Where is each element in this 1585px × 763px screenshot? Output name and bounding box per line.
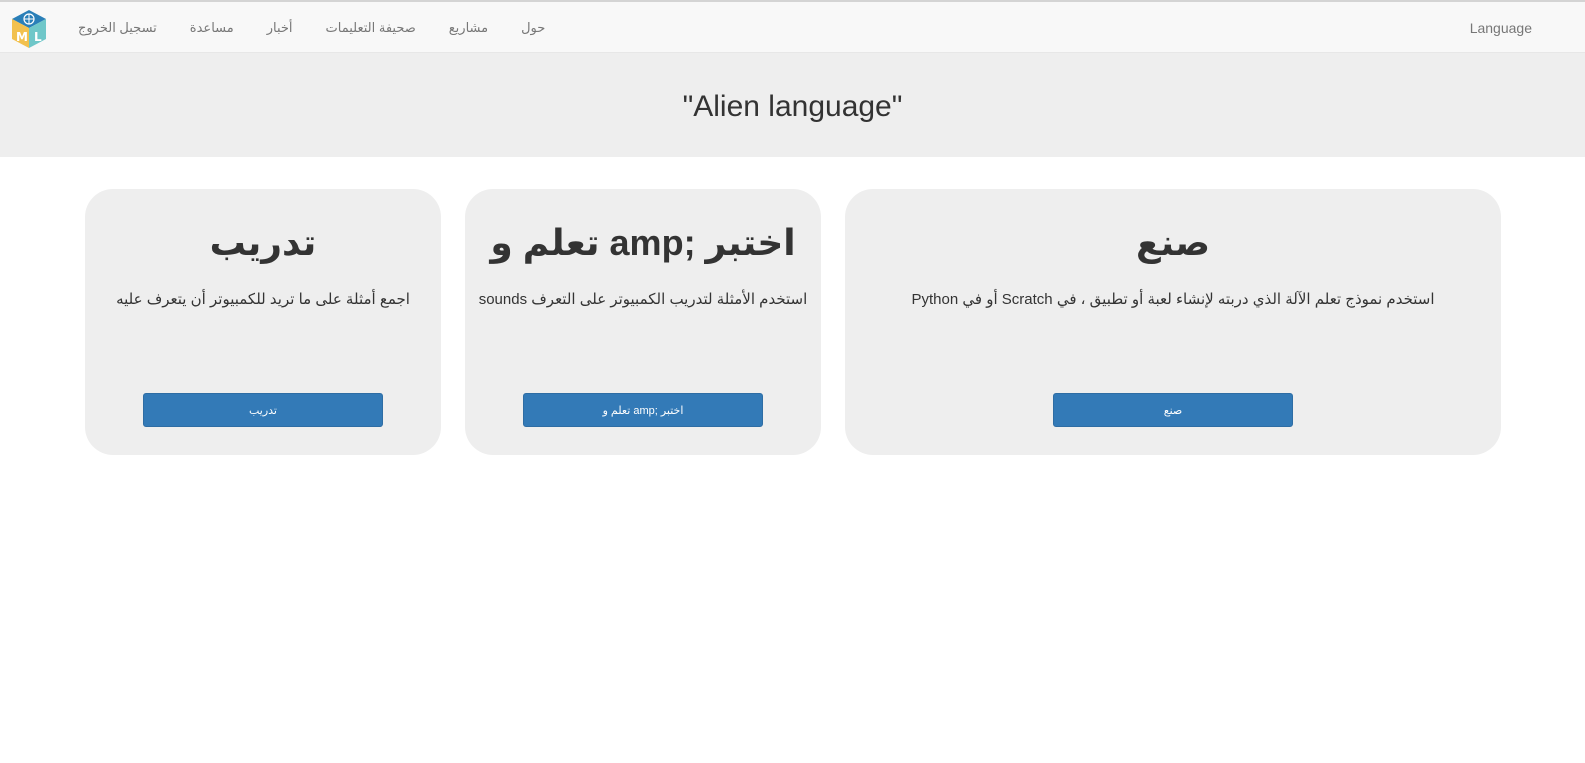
ml-cube-logo[interactable]: M L <box>11 9 47 49</box>
card-description: اجمع أمثلة على ما تريد للكمبيوتر أن يتعر… <box>116 291 410 308</box>
nav-worksheets[interactable]: صحيفة التعليمات <box>326 20 416 36</box>
project-header: "Alien language" <box>0 53 1585 157</box>
train-button[interactable]: تدريب <box>143 393 383 427</box>
card-description: Python أو في Scratch استخدم نموذج تعلم ا… <box>911 291 1435 308</box>
svg-text:L: L <box>34 30 42 44</box>
card-train: تدريب اجمع أمثلة على ما تريد للكمبيوتر أ… <box>85 189 441 455</box>
nav-projects[interactable]: مشاريع <box>449 20 488 36</box>
svg-text:M: M <box>16 30 28 44</box>
nav-links: حول مشاريع صحيفة التعليمات أخبار مساعدة … <box>78 2 545 53</box>
card-make: صنع Python أو في Scratch استخدم نموذج تع… <box>845 189 1501 455</box>
language-menu[interactable]: Language <box>1470 20 1532 36</box>
make-button[interactable]: صنع <box>1053 393 1293 427</box>
nav-news[interactable]: أخبار <box>267 20 293 36</box>
nav-logout[interactable]: تسجيل الخروج <box>78 20 157 36</box>
nav-help[interactable]: مساعدة <box>190 20 234 36</box>
card-description: sounds استخدم الأمثلة لتدريب الكمبيوتر ع… <box>478 291 808 308</box>
card-title: اختبر ;amp تعلم و <box>490 222 796 263</box>
nav-about[interactable]: حول <box>521 20 545 36</box>
page-title: "Alien language" <box>682 90 903 123</box>
card-test: اختبر ;amp تعلم و sounds استخدم الأمثلة … <box>465 189 821 455</box>
navbar: M L حول مشاريع صحيفة التعليمات أخبار مسا… <box>0 0 1585 53</box>
test-button[interactable]: اختبر ;amp تعلم و <box>523 393 763 427</box>
card-title: صنع <box>1135 222 1211 263</box>
card-title: تدريب <box>209 222 317 263</box>
